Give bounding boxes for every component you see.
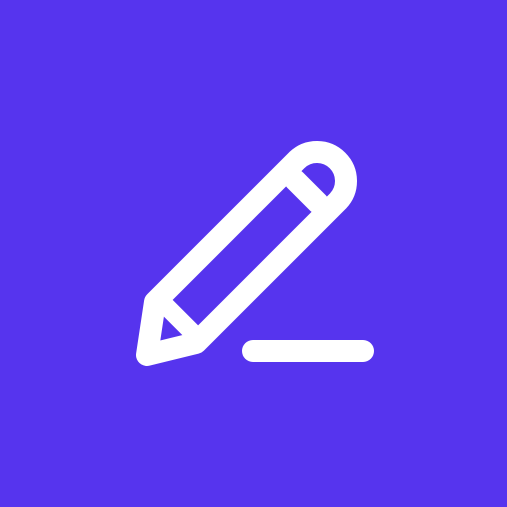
app-icon-tile[interactable]: [0, 0, 507, 507]
edit-pencil-icon: [136, 141, 374, 366]
pencil-band: [284, 169, 329, 214]
pencil-tip-line: [151, 291, 205, 345]
